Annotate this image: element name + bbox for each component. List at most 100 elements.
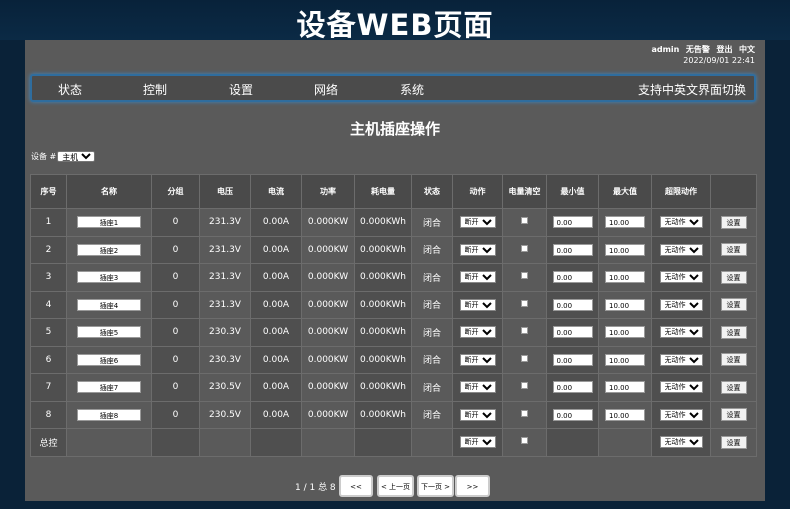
set-button[interactable]: 设置 — [720, 298, 747, 312]
name-input[interactable]: 插座7 — [77, 381, 141, 394]
nav-settings[interactable]: 设置 — [229, 81, 253, 98]
alarm-status[interactable]: 无告警 — [686, 45, 710, 54]
over-action-select[interactable]: 无动作 — [659, 298, 703, 311]
name-input[interactable]: 插座3 — [77, 271, 141, 284]
over-action-select[interactable]: 无动作 — [659, 381, 703, 394]
energy-clear-checkbox[interactable] — [521, 217, 528, 225]
min-input[interactable]: 0.00 — [552, 353, 593, 366]
name-input[interactable]: 插座8 — [77, 408, 141, 421]
max-input[interactable]: 10.00 — [605, 243, 645, 256]
min-cell: 0.00 — [546, 400, 599, 429]
status-cell: 闭合 — [411, 290, 453, 319]
column-header: 状态 — [411, 174, 453, 209]
voltage-value: 231.3V — [209, 272, 241, 283]
energy-clear-checkbox[interactable] — [521, 327, 528, 335]
set-button[interactable]: 设置 — [720, 215, 747, 229]
voltage-cell: 230.5V — [199, 373, 251, 402]
min-input[interactable]: 0.00 — [552, 216, 593, 229]
name-input[interactable]: 插座2 — [77, 243, 141, 256]
language-switch-note: 支持中英文界面切换 — [637, 83, 746, 97]
set-button[interactable]: 设置 — [720, 353, 747, 367]
nav-status[interactable]: 状态 — [58, 81, 82, 98]
action-select[interactable]: 断开 — [459, 381, 496, 394]
status-value: 闭合 — [422, 383, 441, 394]
energy-clear-checkbox[interactable] — [521, 299, 528, 307]
action-select[interactable]: 断开 — [459, 408, 496, 421]
over-action-select[interactable]: 无动作 — [659, 243, 703, 256]
max-input[interactable]: 10.00 — [605, 408, 645, 421]
name-cell: 插座4 — [66, 290, 152, 319]
empty-cell — [199, 428, 251, 457]
action-select[interactable]: 断开 — [459, 271, 496, 284]
logout-link[interactable]: 登出 — [716, 45, 732, 54]
energy-cell: 0.000KWh — [354, 290, 412, 319]
energy-clear-checkbox[interactable] — [521, 272, 528, 280]
min-input[interactable]: 0.00 — [552, 243, 593, 256]
index-cell: 7 — [30, 373, 67, 402]
group-cell: 0 — [151, 290, 200, 319]
power-value: 0.000KW — [307, 299, 349, 310]
set-button[interactable]: 设置 — [720, 325, 747, 339]
clear-cell — [502, 208, 547, 237]
max-input[interactable]: 10.00 — [605, 381, 645, 394]
name-input[interactable]: 插座4 — [77, 298, 141, 311]
nav-network[interactable]: 网络 — [314, 81, 338, 98]
max-input[interactable]: 10.00 — [605, 271, 645, 284]
prev-page-button[interactable]: < 上一页 — [377, 475, 414, 497]
action-select[interactable]: 断开 — [459, 298, 496, 311]
set-button[interactable]: 设置 — [720, 380, 747, 394]
min-input[interactable]: 0.00 — [552, 298, 593, 311]
max-input[interactable]: 10.00 — [605, 326, 645, 339]
min-input[interactable]: 0.00 — [552, 408, 593, 421]
name-input[interactable]: 插座1 — [77, 216, 141, 229]
button-cell: 设置 — [710, 263, 757, 292]
group-value: 0 — [172, 327, 179, 338]
min-input[interactable]: 0.00 — [552, 271, 593, 284]
set-button[interactable]: 设置 — [720, 270, 747, 284]
action-cell: 断开 — [452, 290, 503, 319]
over-action-select[interactable]: 无动作 — [659, 408, 703, 421]
action-select[interactable]: 断开 — [459, 216, 496, 229]
energy-clear-checkbox[interactable] — [521, 409, 528, 417]
set-button[interactable]: 设置 — [720, 243, 747, 257]
total-clear-checkbox[interactable] — [521, 437, 528, 445]
energy-clear-checkbox[interactable] — [521, 354, 528, 362]
set-button[interactable]: 设置 — [720, 408, 747, 422]
over-action-select[interactable]: 无动作 — [659, 353, 703, 366]
nav-control[interactable]: 控制 — [143, 81, 167, 98]
min-input[interactable]: 0.00 — [552, 381, 593, 394]
username: admin — [651, 45, 680, 54]
last-page-button[interactable]: >> — [455, 475, 490, 497]
first-page-button[interactable]: << — [339, 475, 373, 497]
next-page-button[interactable]: 下一页 > — [417, 475, 454, 497]
energy-clear-checkbox[interactable] — [521, 244, 528, 252]
max-input[interactable]: 10.00 — [605, 298, 645, 311]
action-select[interactable]: 断开 — [459, 326, 496, 339]
over-action-select[interactable]: 无动作 — [659, 326, 703, 339]
empty-cell — [151, 428, 200, 457]
device-select[interactable]: 主机 — [57, 151, 96, 162]
energy-value: 0.000KWh — [360, 299, 406, 310]
over-action-select[interactable]: 无动作 — [659, 216, 703, 229]
voltage-value: 230.5V — [209, 382, 241, 393]
name-input[interactable]: 插座6 — [77, 353, 141, 366]
total-set-button[interactable]: 设置 — [720, 435, 747, 449]
total-action-select[interactable]: 断开 — [459, 436, 496, 449]
name-input[interactable]: 插座5 — [77, 326, 141, 339]
energy-cell: 0.000KWh — [354, 208, 412, 237]
table-row: 3 插座3 0 231.3V 0.00A 0.000KW 0.000KWh 闭合 断开 0.00 1… — [30, 263, 757, 292]
total-over-action-select[interactable]: 无动作 — [659, 436, 703, 449]
row-index: 6 — [45, 354, 52, 365]
max-input[interactable]: 10.00 — [605, 216, 645, 229]
action-cell: 断开 — [452, 208, 503, 237]
energy-clear-checkbox[interactable] — [521, 382, 528, 390]
over-action-select[interactable]: 无动作 — [659, 271, 703, 284]
max-input[interactable]: 10.00 — [605, 353, 645, 366]
button-cell: 设置 — [710, 318, 757, 347]
language-link[interactable]: 中文 — [739, 45, 755, 54]
empty-cell — [66, 428, 152, 457]
action-select[interactable]: 断开 — [459, 353, 496, 366]
action-select[interactable]: 断开 — [459, 243, 496, 256]
min-input[interactable]: 0.00 — [552, 326, 593, 339]
nav-system[interactable]: 系统 — [400, 81, 424, 98]
